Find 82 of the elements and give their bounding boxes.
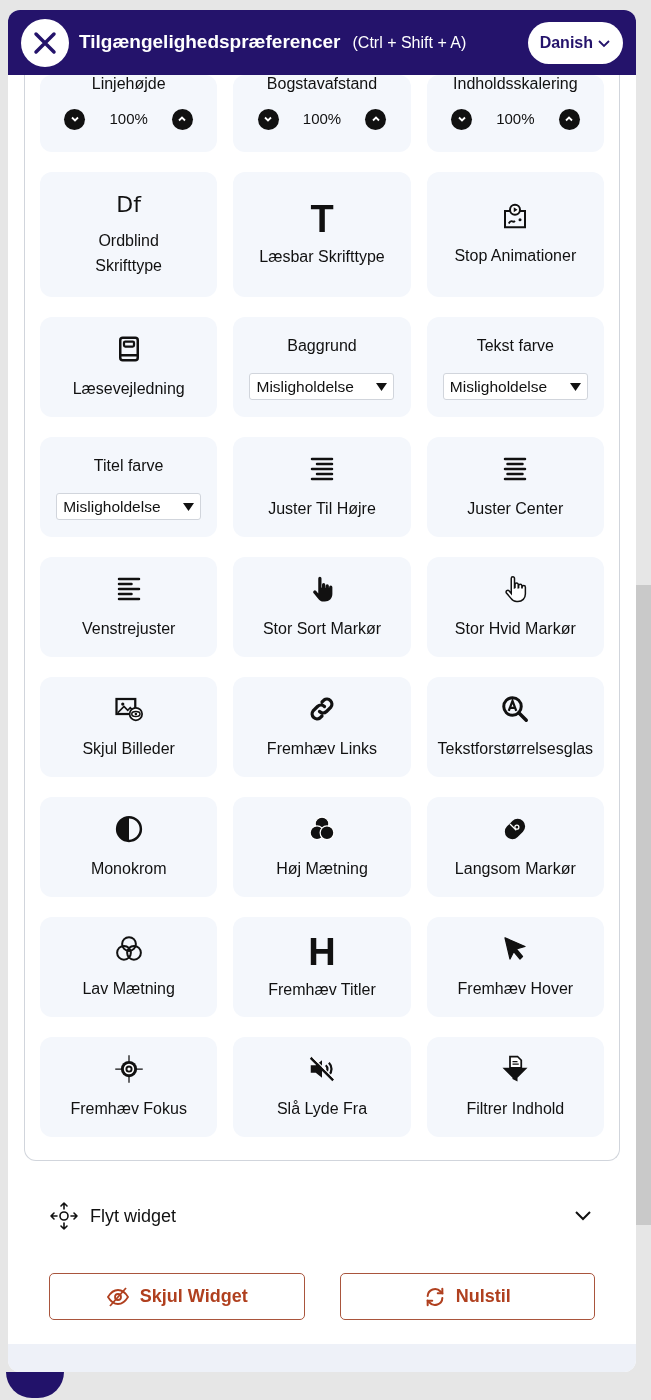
option-label: Fremhæv Hover (456, 978, 575, 999)
option-label: Tekst farve (476, 336, 554, 356)
move-widget-label: Flyt widget (90, 1204, 177, 1228)
option-label: Indholdsskalering (453, 75, 578, 93)
option-tile[interactable]: Skjul Billeder (40, 677, 218, 777)
increase-button[interactable] (365, 108, 387, 130)
glyph-icon: Df (116, 191, 141, 218)
decrease-button[interactable] (257, 108, 279, 130)
option-tile[interactable]: Juster Center (426, 437, 604, 537)
option-tile[interactable]: Slå Lyde Fra (233, 1037, 411, 1137)
option-label: Titel farve (93, 456, 164, 476)
dropdown-arrow-icon (569, 382, 581, 391)
option-tile[interactable]: Filtrer Indhold (426, 1037, 604, 1137)
color-select[interactable]: Misligholdelse (442, 373, 588, 400)
option-label: Tekstforstørrelsesglas (436, 738, 595, 759)
decrease-button[interactable] (451, 108, 473, 130)
option-tile[interactable]: Monokrom (40, 797, 218, 897)
close-icon (33, 30, 57, 55)
option-label: Stor Hvid Markør (453, 618, 577, 639)
option-tile[interactable]: Stor Hvid Markør (426, 557, 604, 657)
option-tile[interactable]: Fremhæv Links (233, 677, 411, 777)
option-label: Stor Sort Markør (261, 618, 383, 639)
move-arrows-icon (49, 1201, 79, 1231)
option-label: Baggrund (287, 336, 357, 356)
dropdown-arrow-icon (376, 382, 388, 391)
option-tile[interactable]: Venstrejuster (40, 557, 218, 657)
option-label: Fremhæv Titler (267, 979, 377, 1000)
color-select[interactable]: Misligholdelse (56, 493, 202, 520)
hide-widget-button[interactable]: Skjul Widget (49, 1273, 305, 1320)
option-tile[interactable]: Fremhæv Hover (426, 917, 604, 1017)
option-tile[interactable]: Fremhæv Fokus (40, 1037, 218, 1137)
option-tile[interactable]: Høj Mætning (233, 797, 411, 897)
percent-value: 100% (302, 109, 342, 129)
magnifier-icon (500, 693, 531, 724)
option-tile[interactable]: Lav Mætning (40, 917, 218, 1017)
glyph-icon: H (308, 932, 336, 971)
option-label: Ordblind Skrifttype (94, 230, 163, 276)
option-tile[interactable]: Juster Til Højre (233, 437, 411, 537)
option-label: Stop Animationer (453, 246, 578, 266)
option-label: Fremhæv Fokus (69, 1098, 188, 1119)
percent-value: 100% (496, 109, 535, 129)
percent-value: 100% (109, 109, 148, 129)
option-label: Monokrom (89, 858, 168, 879)
language-select[interactable]: Danish (527, 21, 623, 64)
launcher-button[interactable] (6, 1372, 64, 1398)
option-tile[interactable]: Langsom Markør (426, 797, 604, 897)
increase-button[interactable] (171, 108, 193, 130)
eye-slash-icon (105, 1286, 130, 1307)
option-label: Juster Til Højre (267, 498, 377, 519)
option-label: Skjul Billeder (81, 738, 176, 759)
panel-title: Tilgængelighedspræferencer (79, 30, 341, 55)
option-label: Linjehøjde (91, 75, 166, 93)
overlapping-circles-icon (113, 933, 144, 964)
option-label: Høj Mætning (275, 858, 369, 879)
option-label: Slå Lyde Fra (275, 1098, 369, 1119)
option-label: Filtrer Indhold (465, 1098, 566, 1119)
glyph-icon: T (310, 200, 334, 238)
option-label: Læsbar Skrifttype (258, 247, 386, 267)
crosshair-icon (113, 1053, 144, 1084)
option-tile[interactable]: H Fremhæv Titler (233, 917, 411, 1017)
dropdown-arrow-icon (183, 502, 195, 511)
option-label: Lav Mætning (81, 978, 176, 999)
option-label: Læsevejledning (71, 378, 186, 399)
reset-button[interactable]: Nulstil (339, 1273, 595, 1320)
increase-button[interactable] (558, 108, 580, 130)
close-button[interactable] (21, 18, 69, 67)
option-tile[interactable]: T Læsbar Skrifttype (233, 172, 411, 297)
option-label: Langsom Markør (453, 858, 577, 879)
decrease-button[interactable] (64, 108, 86, 130)
option-tile[interactable]: Df Ordblind Skrifttype (40, 172, 218, 297)
contrast-icon (113, 813, 144, 844)
chevron-down-icon (574, 1210, 592, 1222)
option-tile[interactable]: Stop Animationer (426, 172, 604, 297)
option-label: Juster Center (466, 498, 565, 519)
option-tile[interactable]: Tekstforstørrelsesglas (426, 677, 604, 777)
option-tile[interactable]: Læsevejledning (40, 317, 218, 417)
option-tile[interactable]: Stor Sort Markør (233, 557, 411, 657)
shortcut-hint: (Ctrl + Shift + A) (352, 32, 467, 53)
color-select[interactable]: Misligholdelse (249, 373, 395, 400)
option-label: Bogstavafstand (266, 75, 378, 93)
option-label: Venstrejuster (80, 618, 177, 639)
option-label: Fremhæv Links (265, 738, 379, 759)
